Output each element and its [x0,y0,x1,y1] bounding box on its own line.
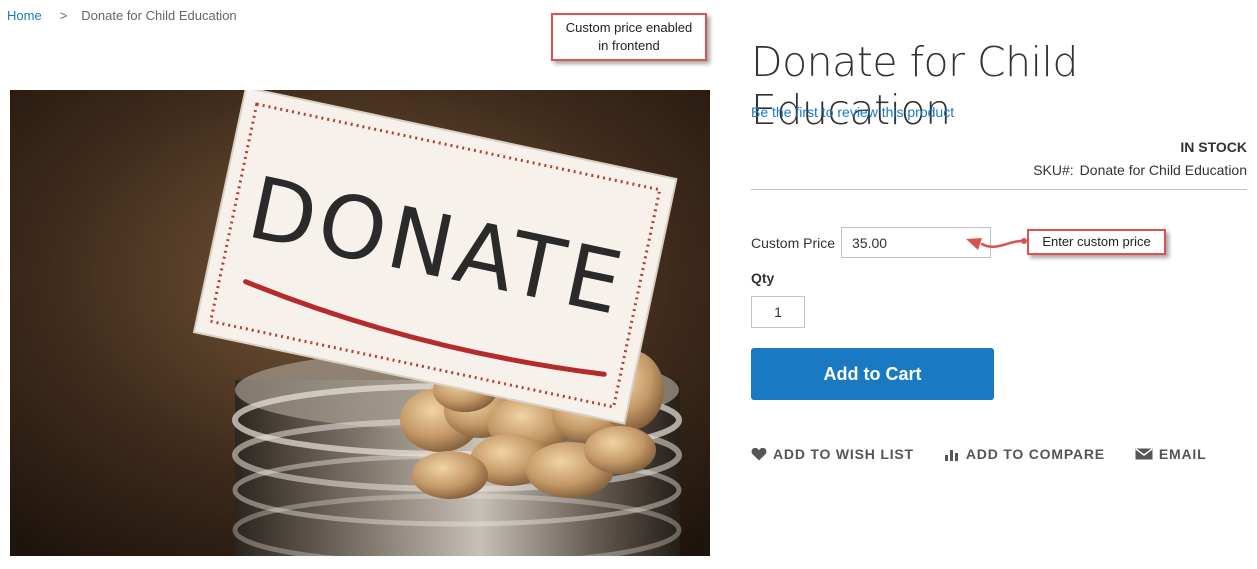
price-note-callout: Enter custom price [1027,229,1166,255]
donate-jar-image: DONATE [10,90,710,556]
add-to-wishlist-link[interactable]: ADD TO WISH LIST [751,446,914,462]
divider [751,189,1247,190]
email-label: EMAIL [1158,446,1207,462]
add-to-cart-button[interactable]: Add to Cart [751,348,994,400]
breadcrumb-separator: > [59,8,68,23]
sku-line: SKU#: Donate for Child Education [1033,162,1247,178]
custom-price-label: Custom Price [751,235,836,251]
product-actions: ADD TO WISH LIST ADD TO COMPARE EMAIL [751,446,1206,462]
frontend-note-callout: Custom price enabled in frontend [551,13,707,61]
breadcrumb-current: Donate for Child Education [81,8,237,23]
envelope-icon [1135,448,1153,460]
qty-input[interactable] [751,296,805,328]
arrow-icon [966,238,1027,250]
email-link[interactable]: EMAIL [1135,446,1207,462]
review-link[interactable]: Be the first to review this product [751,104,954,120]
heart-icon [751,447,767,461]
add-to-compare-link[interactable]: ADD TO COMPARE [944,446,1105,462]
sku-label: SKU#: [1033,162,1074,178]
breadcrumb: Home > Donate for Child Education [7,8,237,23]
frontend-note-line-1: Custom price enabled [565,20,693,35]
frontend-note-line-2: in frontend [598,38,660,53]
product-image[interactable]: DONATE [10,90,710,556]
add-to-compare-label: ADD TO COMPARE [965,446,1105,462]
stock-status: IN STOCK [1180,139,1247,155]
sku-value: Donate for Child Education [1079,162,1247,178]
bar-chart-icon [944,450,958,461]
qty-label: Qty [751,270,775,286]
breadcrumb-home-link[interactable]: Home [7,8,42,23]
add-to-wishlist-label: ADD TO WISH LIST [773,446,914,462]
